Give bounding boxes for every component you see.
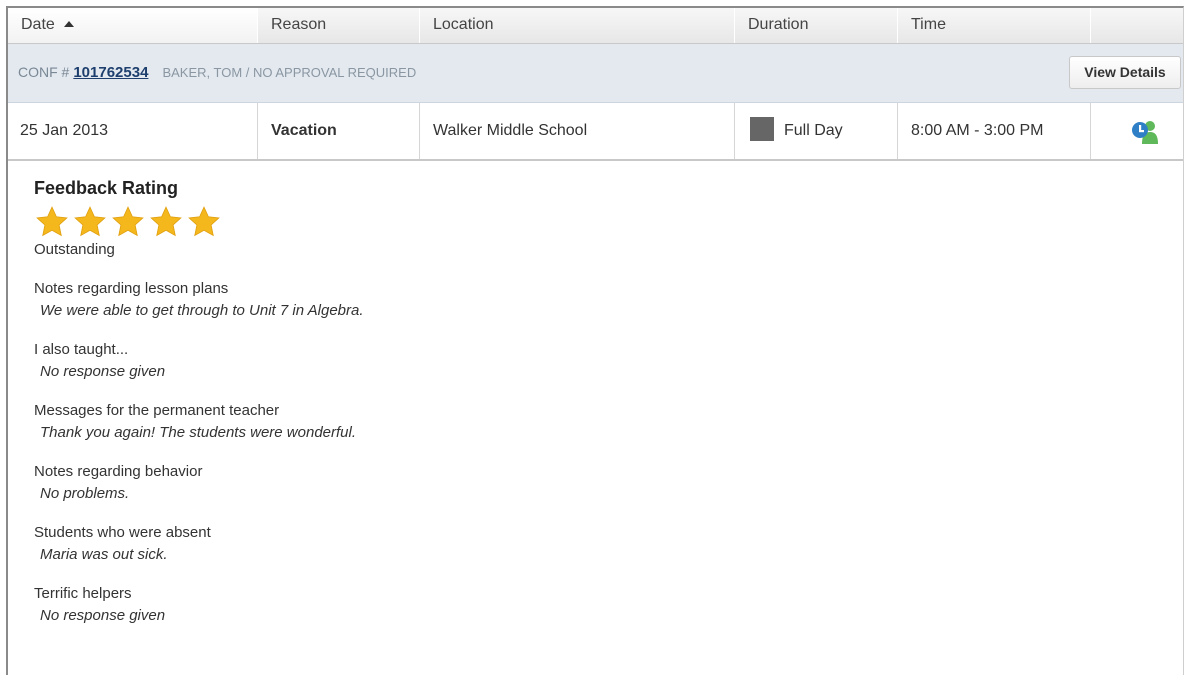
row-duration: Full Day <box>735 103 898 159</box>
feedback-item: Notes regarding lesson plans We were able… <box>34 280 364 319</box>
feedback-section: Feedback Rating Outstanding Notes regard… <box>34 178 364 624</box>
column-header-duration[interactable]: Duration <box>735 8 898 43</box>
row-date: 25 Jan 2013 <box>8 103 258 159</box>
table-row: 25 Jan 2013 Vacation Walker Middle Schoo… <box>8 103 1183 161</box>
column-header-time[interactable]: Time <box>898 8 1091 43</box>
row-time: 8:00 AM - 3:00 PM <box>898 103 1091 159</box>
feedback-answer: We were able to get through to Unit 7 in… <box>40 302 364 319</box>
feedback-answer: No problems. <box>40 485 130 502</box>
star-icon <box>112 206 144 237</box>
column-header-reason[interactable]: Reason <box>258 8 420 43</box>
star-icon <box>150 206 182 237</box>
confirmation-bar: CONF #101762534 BAKER, TOM / NO APPROVAL … <box>8 44 1183 103</box>
feedback-question: Terrific helpers <box>34 585 132 602</box>
feedback-question: Notes regarding lesson plans <box>34 280 229 297</box>
row-location: Walker Middle School <box>420 103 735 159</box>
feedback-item: I also taught... No response given <box>34 341 364 380</box>
user-info-icon[interactable] <box>1131 120 1159 144</box>
view-details-button[interactable]: View Details <box>1069 56 1181 89</box>
column-header-date[interactable]: Date <box>8 8 258 43</box>
feedback-question: I also taught... <box>34 341 129 358</box>
star-icon <box>74 206 106 237</box>
row-reason: Vacation <box>258 103 420 159</box>
assignment-panel: Date Reason Location Duration Time CONF … <box>6 6 1184 675</box>
feedback-item: Notes regarding behavior No problems. <box>34 463 364 502</box>
feedback-question: Notes regarding behavior <box>34 463 203 480</box>
sort-ascending-icon <box>63 21 74 27</box>
star-icon <box>188 206 220 237</box>
feedback-answer: Thank you again! The students were wonde… <box>40 424 357 441</box>
row-duration-label: Full Day <box>784 122 843 139</box>
feedback-item: Messages for the permanent teacher Thank … <box>34 402 364 441</box>
column-header-date-label: Date <box>21 16 55 33</box>
confirmation-number-link[interactable]: 101762534 <box>73 64 148 81</box>
table-header: Date Reason Location Duration Time <box>8 8 1183 44</box>
feedback-question: Messages for the permanent teacher <box>34 402 280 419</box>
employee-name-status: BAKER, TOM / NO APPROVAL REQUIRED <box>162 65 417 80</box>
confirmation-prefix: CONF # <box>18 64 70 80</box>
star-rating <box>34 205 364 239</box>
feedback-title: Feedback Rating <box>34 178 179 198</box>
column-header-actions <box>1091 8 1186 43</box>
full-day-indicator-icon <box>750 117 774 142</box>
feedback-item: Terrific helpers No response given <box>34 585 364 624</box>
feedback-item: Students who were absent Maria was out si… <box>34 524 364 563</box>
column-header-location[interactable]: Location <box>420 8 735 43</box>
feedback-answer: Maria was out sick. <box>40 546 168 563</box>
feedback-answer: No response given <box>40 607 166 624</box>
row-actions <box>1091 103 1186 159</box>
star-icon <box>36 206 68 237</box>
rating-label: Outstanding <box>34 241 115 258</box>
feedback-answers: Notes regarding lesson plans We were able… <box>34 280 364 624</box>
feedback-question: Students who were absent <box>34 524 211 541</box>
confirmation-info: CONF #101762534 BAKER, TOM / NO APPROVAL … <box>18 64 416 81</box>
feedback-answer: No response given <box>40 363 166 380</box>
